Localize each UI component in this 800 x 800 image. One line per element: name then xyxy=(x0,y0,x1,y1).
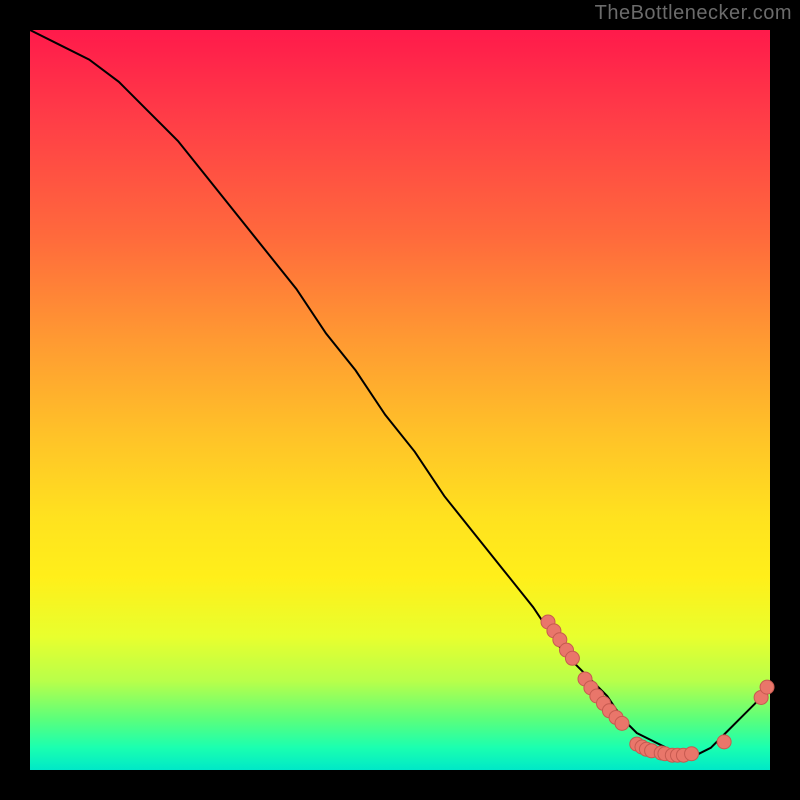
chart-plot-area xyxy=(30,30,770,770)
chart-marker xyxy=(685,747,699,761)
watermark-text: TheBottlenecker.com xyxy=(595,2,792,25)
chart-marker xyxy=(615,716,629,730)
chart-line xyxy=(30,30,770,755)
chart-marker xyxy=(717,735,731,749)
chart-marker xyxy=(760,680,774,694)
chart-svg xyxy=(30,30,770,770)
chart-marker xyxy=(565,651,579,665)
chart-markers xyxy=(541,615,774,762)
